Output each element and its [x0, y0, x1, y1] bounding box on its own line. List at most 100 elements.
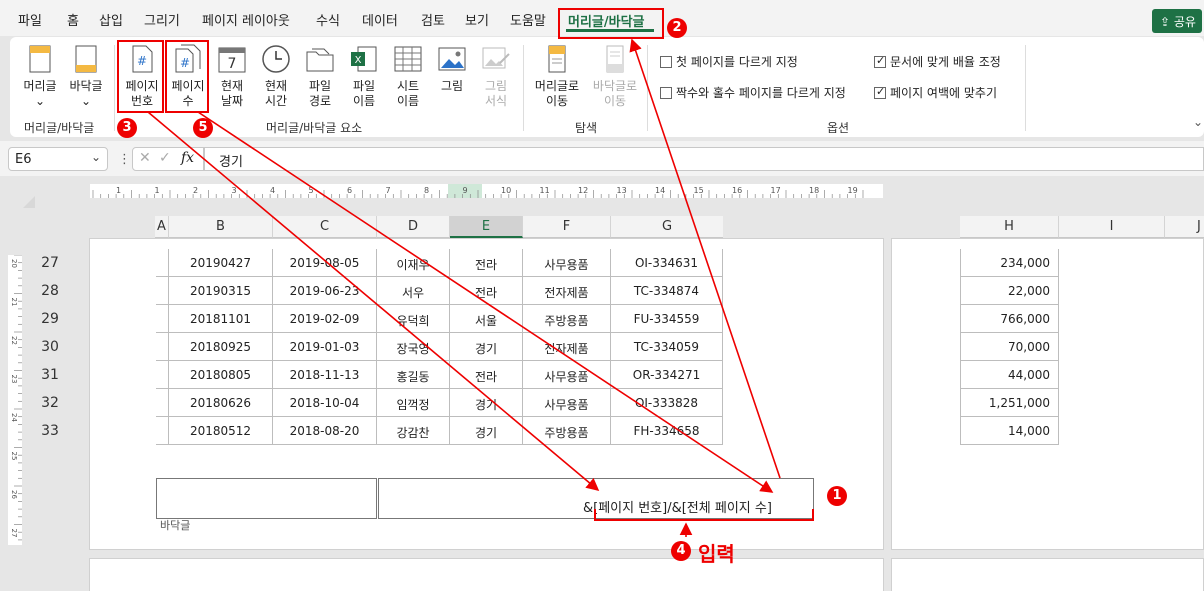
table-cell-f[interactable]: 사무용품	[523, 389, 611, 417]
table-cell-c[interactable]: 2019-08-05	[273, 249, 377, 277]
enter-icon[interactable]: ✓	[159, 150, 171, 166]
tab-formulas[interactable]: 수식	[316, 10, 340, 29]
header-button[interactable]: 머리글 ⌄	[18, 43, 62, 109]
tab-help[interactable]: 도움말	[510, 10, 546, 29]
checkbox-checked[interactable]	[874, 54, 886, 68]
checkbox[interactable]	[660, 56, 672, 68]
table-cell-f[interactable]: 사무용품	[523, 361, 611, 389]
insert-function-icon[interactable]: fx	[181, 150, 194, 166]
table-cell-d[interactable]: 홍길동	[377, 361, 450, 389]
table-cell-g[interactable]: OI-333828	[611, 389, 723, 417]
chevron-down-icon[interactable]: ⌄	[91, 150, 101, 164]
checkbox[interactable]	[660, 87, 672, 99]
table-cell-b[interactable]: 20180805	[169, 361, 273, 389]
table-cell-c[interactable]: 2019-06-23	[273, 277, 377, 305]
column-header-d[interactable]: D	[377, 216, 450, 238]
table-cell-g[interactable]: OI-334631	[611, 249, 723, 277]
row-header[interactable]: 31	[30, 361, 70, 389]
table-cell-b[interactable]: 20180512	[169, 417, 273, 445]
column-header-g[interactable]: G	[611, 216, 723, 238]
tab-home[interactable]: 홈	[67, 10, 79, 29]
table-cell[interactable]	[156, 389, 169, 417]
footer-left-section[interactable]	[156, 478, 377, 519]
tab-file[interactable]: 파일	[18, 10, 42, 29]
table-cell[interactable]	[156, 277, 169, 305]
table-cell-c[interactable]: 2018-10-04	[273, 389, 377, 417]
option-different-first-page[interactable]: 첫 페이지를 다르게 지정	[660, 53, 798, 70]
footer-button[interactable]: 바닥글 ⌄	[64, 43, 108, 109]
tab-view[interactable]: 보기	[465, 10, 489, 29]
cancel-icon[interactable]: ✕	[139, 150, 151, 166]
more-options-icon[interactable]: ⋮	[118, 152, 131, 167]
table-cell-h[interactable]: 1,251,000	[960, 389, 1059, 417]
table-cell-e[interactable]: 경기	[450, 389, 523, 417]
file-name-button[interactable]: X 파일 이름	[342, 43, 386, 109]
table-cell-c[interactable]: 2019-01-03	[273, 333, 377, 361]
table-cell-d[interactable]: 임꺽정	[377, 389, 450, 417]
table-cell-d[interactable]: 서우	[377, 277, 450, 305]
tab-page-layout[interactable]: 페이지 레이아웃	[202, 10, 290, 29]
table-cell-b[interactable]: 20180626	[169, 389, 273, 417]
table-cell-g[interactable]: TC-334874	[611, 277, 723, 305]
table-cell-c[interactable]: 2018-08-20	[273, 417, 377, 445]
share-button[interactable]: ⇪ 공유	[1152, 9, 1202, 33]
picture-button[interactable]: 그림	[430, 43, 474, 94]
table-cell-g[interactable]: FU-334559	[611, 305, 723, 333]
tab-data[interactable]: 데이터	[362, 10, 398, 29]
table-cell-d[interactable]: 장국영	[377, 333, 450, 361]
table-cell-h[interactable]: 70,000	[960, 333, 1059, 361]
table-cell-f[interactable]: 전자제품	[523, 277, 611, 305]
goto-footer-button[interactable]: 바닥글로 이동	[586, 43, 644, 109]
table-cell-h[interactable]: 234,000	[960, 249, 1059, 277]
collapse-ribbon-icon[interactable]: ⌄	[1193, 115, 1203, 129]
option-scale-with-document[interactable]: 문서에 맞게 배율 조정	[874, 53, 1001, 70]
table-cell-e[interactable]: 전라	[450, 361, 523, 389]
table-cell-c[interactable]: 2018-11-13	[273, 361, 377, 389]
table-cell-h[interactable]: 44,000	[960, 361, 1059, 389]
column-header-h[interactable]: H	[960, 216, 1059, 238]
option-different-odd-even[interactable]: 짝수와 홀수 페이지를 다르게 지정	[660, 84, 846, 101]
table-cell-e[interactable]: 경기	[450, 417, 523, 445]
table-cell-g[interactable]: OR-334271	[611, 361, 723, 389]
column-header-j[interactable]: J	[1165, 216, 1204, 238]
table-cell-b[interactable]: 20190427	[169, 249, 273, 277]
current-date-button[interactable]: 7 현재 날짜	[210, 43, 254, 109]
formula-input[interactable]: 경기	[204, 147, 1204, 171]
option-align-with-margins[interactable]: 페이지 여백에 맞추기	[874, 84, 997, 101]
table-cell-h[interactable]: 22,000	[960, 277, 1059, 305]
column-header-a[interactable]: A	[155, 216, 169, 238]
tab-review[interactable]: 검토	[421, 10, 445, 29]
table-cell-e[interactable]: 전라	[450, 249, 523, 277]
table-cell-h[interactable]: 14,000	[960, 417, 1059, 445]
table-cell-b[interactable]: 20190315	[169, 277, 273, 305]
table-cell[interactable]	[156, 305, 169, 333]
table-cell-f[interactable]: 전자제품	[523, 333, 611, 361]
table-cell-e[interactable]: 경기	[450, 333, 523, 361]
row-header[interactable]: 30	[30, 333, 70, 361]
column-header-f[interactable]: F	[523, 216, 611, 238]
select-all-corner[interactable]	[23, 196, 35, 208]
table-cell[interactable]	[156, 249, 169, 277]
sheet-name-button[interactable]: 시트 이름	[386, 43, 430, 109]
table-cell-h[interactable]: 766,000	[960, 305, 1059, 333]
file-path-button[interactable]: 파일 경로	[298, 43, 342, 109]
tab-insert[interactable]: 삽입	[99, 10, 123, 29]
row-header[interactable]: 28	[30, 277, 70, 305]
table-cell-e[interactable]: 전라	[450, 277, 523, 305]
column-header-e[interactable]: E	[450, 216, 523, 238]
table-cell-b[interactable]: 20181101	[169, 305, 273, 333]
name-box[interactable]: E6 ⌄	[8, 147, 108, 171]
table-cell-f[interactable]: 주방용품	[523, 305, 611, 333]
table-cell[interactable]	[156, 333, 169, 361]
table-cell-d[interactable]: 강감찬	[377, 417, 450, 445]
goto-header-button[interactable]: 머리글로 이동	[528, 43, 586, 109]
column-header-c[interactable]: C	[273, 216, 377, 238]
table-cell-g[interactable]: FH-334658	[611, 417, 723, 445]
tab-draw[interactable]: 그리기	[144, 10, 180, 29]
current-time-button[interactable]: 현재 시간	[254, 43, 298, 109]
table-cell-e[interactable]: 서울	[450, 305, 523, 333]
column-header-i[interactable]: I	[1059, 216, 1165, 238]
format-picture-button[interactable]: 그림 서식	[474, 43, 518, 109]
table-cell-g[interactable]: TC-334059	[611, 333, 723, 361]
table-cell-f[interactable]: 주방용품	[523, 417, 611, 445]
